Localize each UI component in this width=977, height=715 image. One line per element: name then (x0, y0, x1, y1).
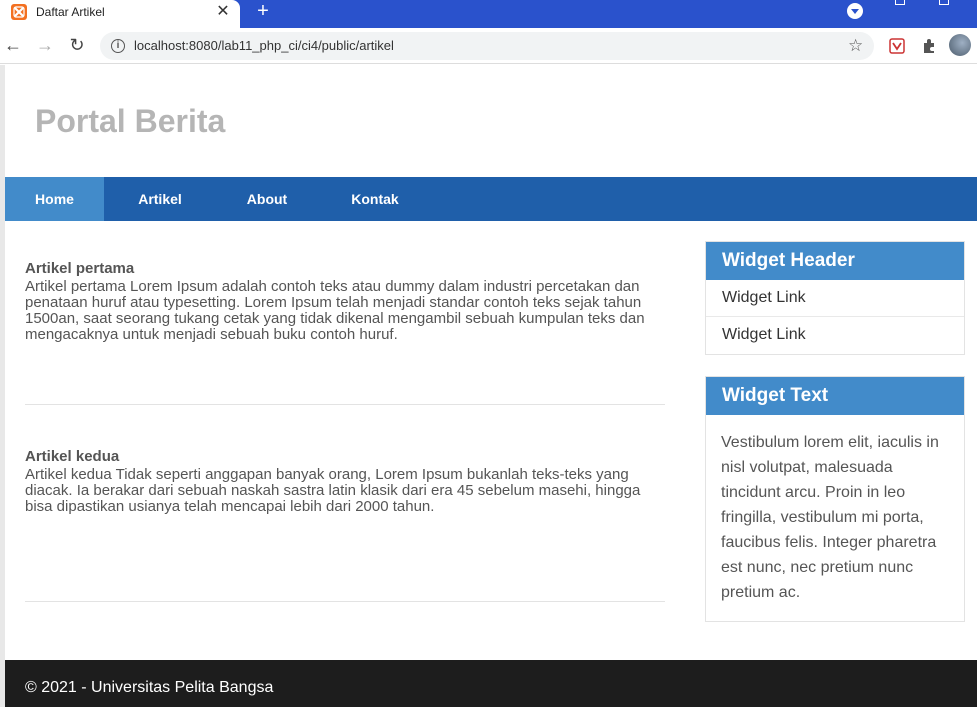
maximize-icon[interactable] (939, 0, 949, 5)
article-item: Artikel pertama Artikel pertama Lorem Ip… (25, 260, 665, 405)
minimize-icon[interactable] (895, 0, 905, 5)
nav-item-kontak[interactable]: Kontak (318, 177, 432, 221)
nav-item-about[interactable]: About (216, 177, 318, 221)
nav-item-home[interactable]: Home (5, 177, 104, 221)
site-header: Portal Berita (5, 65, 977, 177)
site-title: Portal Berita (35, 103, 226, 139)
article-body: Artikel kedua Tidak seperti anggapan ban… (25, 466, 641, 515)
widget-text-box: Widget Text Vestibulum lorem elit, iacul… (705, 376, 965, 622)
widget-link[interactable]: Widget Link (706, 317, 964, 354)
widget-header: Widget Text (706, 377, 964, 415)
tab-search-icon[interactable] (847, 3, 863, 19)
main-nav: Home Artikel About Kontak (5, 177, 977, 221)
page-content: Portal Berita Home Artikel About Kontak … (5, 65, 977, 707)
tab-strip: Daftar Artikel ✕ + (0, 0, 977, 28)
tab-close-icon[interactable]: ✕ (214, 3, 232, 21)
article-title[interactable]: Artikel pertama (25, 260, 665, 278)
back-icon[interactable]: ← (3, 35, 23, 55)
tab-title: Daftar Artikel (36, 5, 105, 19)
article-body: Artikel pertama Lorem Ipsum adalah conto… (25, 278, 645, 343)
profile-avatar[interactable] (949, 34, 971, 56)
widget-links: Widget Header Widget Link Widget Link (705, 241, 965, 355)
widget-header: Widget Header (706, 242, 964, 280)
address-bar: ← → ↻ i localhost:8080/lab11_php_ci/ci4/… (0, 28, 977, 64)
url-text: localhost:8080/lab11_php_ci/ci4/public/a… (134, 38, 394, 53)
xampp-favicon-icon (11, 4, 27, 20)
reload-icon[interactable]: ↻ (67, 35, 87, 55)
bookmark-star-icon[interactable]: ☆ (848, 36, 863, 56)
browser-tab[interactable]: Daftar Artikel ✕ (0, 0, 240, 28)
widget-link[interactable]: Widget Link (706, 280, 964, 317)
site-footer: © 2021 - Universitas Pelita Bangsa (5, 660, 977, 707)
article-list: Artikel pertama Artikel pertama Lorem Ip… (25, 241, 665, 602)
extension-shield-icon[interactable] (888, 37, 906, 55)
article-title[interactable]: Artikel kedua (25, 448, 665, 466)
new-tab-icon[interactable]: + (252, 0, 274, 22)
forward-icon[interactable]: → (35, 35, 55, 55)
site-info-icon[interactable]: i (111, 39, 125, 53)
article-item: Artikel kedua Artikel kedua Tidak sepert… (25, 448, 665, 602)
nav-item-artikel[interactable]: Artikel (104, 177, 216, 221)
sidebar: Widget Header Widget Link Widget Link Wi… (705, 241, 965, 643)
extensions-puzzle-icon[interactable] (920, 37, 938, 55)
widget-text: Vestibulum lorem elit, iaculis in nisl v… (721, 434, 939, 601)
url-input[interactable]: i localhost:8080/lab11_php_ci/ci4/public… (100, 32, 874, 60)
